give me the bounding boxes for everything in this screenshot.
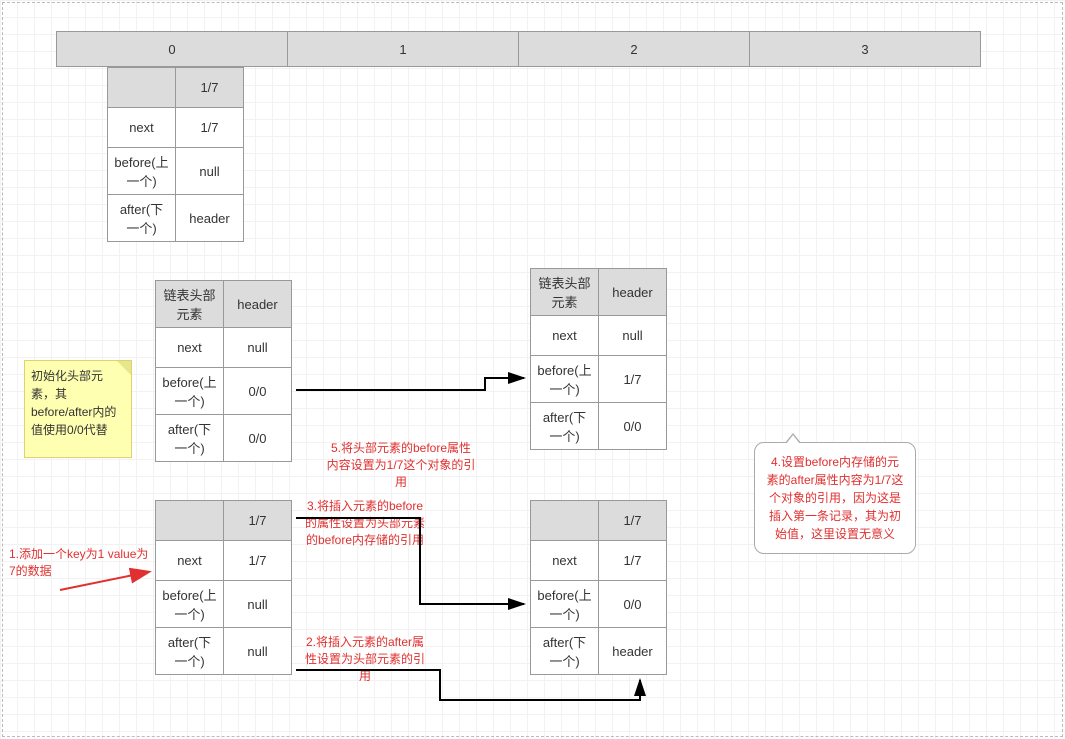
array-cell-0: 0 — [56, 31, 288, 67]
n2-r1k: next — [156, 328, 224, 368]
array-cell-3: 3 — [749, 31, 981, 67]
array-cell-1: 1 — [287, 31, 519, 67]
n5-h1: 1/7 — [599, 501, 667, 541]
n3-r3k: after(下一个) — [156, 628, 224, 675]
speech-bubble: 4.设置before内存储的元素的after属性内容为1/7这个对象的引用，因为… — [754, 442, 916, 554]
n3-r2k: before(上一个) — [156, 581, 224, 628]
n1-h1: 1/7 — [176, 68, 244, 108]
n3-r1k: next — [156, 541, 224, 581]
n4-r3v: 0/0 — [599, 403, 667, 450]
node-3: 1/7 next1/7 before(上一个)null after(下一个)nu… — [155, 500, 292, 675]
n2-r2v: 0/0 — [224, 368, 292, 415]
node-1: 1/7 next1/7 before(上一个)null after(下一个)he… — [107, 67, 244, 242]
node-2: 链表头部元素header nextnull before(上一个)0/0 aft… — [155, 280, 292, 462]
n2-r2k: before(上一个) — [156, 368, 224, 415]
n3-r1v: 1/7 — [224, 541, 292, 581]
n4-h1: header — [599, 269, 667, 316]
n1-h0 — [108, 68, 176, 108]
n5-r3k: after(下一个) — [531, 628, 599, 675]
n4-r1v: null — [599, 316, 667, 356]
n1-r2v: null — [176, 148, 244, 195]
n3-h1: 1/7 — [224, 501, 292, 541]
node-5: 1/7 next1/7 before(上一个)0/0 after(下一个)hea… — [530, 500, 667, 675]
n5-h0 — [531, 501, 599, 541]
n5-r1v: 1/7 — [599, 541, 667, 581]
bubble-text: 4.设置before内存储的元素的after属性内容为1/7这个对象的引用，因为… — [767, 455, 904, 541]
n4-r1k: next — [531, 316, 599, 356]
n4-h0: 链表头部元素 — [531, 269, 599, 316]
n2-h1: header — [224, 281, 292, 328]
sticky-note: 初始化头部元素，其before/after内的值使用0/0代替 — [24, 360, 132, 458]
label-5: 5.将头部元素的before属性内容设置为1/7这个对象的引用 — [326, 440, 476, 490]
n1-r3v: header — [176, 195, 244, 242]
note-text: 初始化头部元素，其before/after内的值使用0/0代替 — [31, 369, 116, 437]
array-header: 0 1 2 3 — [57, 31, 981, 67]
node-4: 链表头部元素header nextnull before(上一个)1/7 aft… — [530, 268, 667, 450]
n1-r2k: before(上一个) — [108, 148, 176, 195]
label-3: 3.将插入元素的before的属性设置为头部元素的before内存储的引用 — [305, 498, 425, 548]
n1-r1k: next — [108, 108, 176, 148]
n2-r3k: after(下一个) — [156, 415, 224, 462]
n3-h0 — [156, 501, 224, 541]
n3-r2v: null — [224, 581, 292, 628]
n1-r1v: 1/7 — [176, 108, 244, 148]
n3-r3v: null — [224, 628, 292, 675]
n5-r2v: 0/0 — [599, 581, 667, 628]
label-2: 2.将插入元素的after属性设置为头部元素的引用 — [305, 634, 425, 684]
label-1: 1.添加一个key为1 value为7的数据 — [9, 546, 154, 580]
n2-r1v: null — [224, 328, 292, 368]
n4-r2k: before(上一个) — [531, 356, 599, 403]
n1-r3k: after(下一个) — [108, 195, 176, 242]
n5-r2k: before(上一个) — [531, 581, 599, 628]
n4-r2v: 1/7 — [599, 356, 667, 403]
n2-h0: 链表头部元素 — [156, 281, 224, 328]
n5-r3v: header — [599, 628, 667, 675]
n2-r3v: 0/0 — [224, 415, 292, 462]
array-cell-2: 2 — [518, 31, 750, 67]
n4-r3k: after(下一个) — [531, 403, 599, 450]
n5-r1k: next — [531, 541, 599, 581]
